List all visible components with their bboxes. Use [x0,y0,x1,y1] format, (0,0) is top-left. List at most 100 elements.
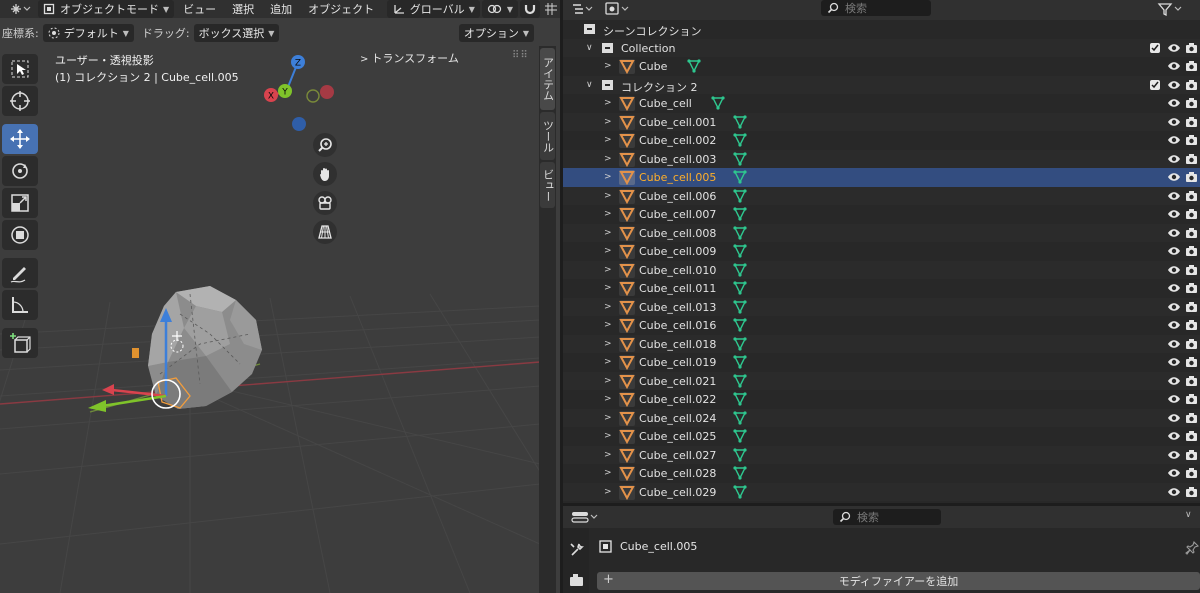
chevron-right-icon[interactable]: > [604,450,612,460]
chevron-down-icon[interactable]: ∨ [586,80,593,90]
eye-icon[interactable] [1167,356,1181,371]
object-row[interactable]: > Cube_cell.011 [563,279,1200,298]
tool-tab[interactable] [569,542,584,560]
add-modifier-button[interactable]: + モディファイアーを追加 [597,572,1200,590]
mesh-data-icon[interactable] [733,262,747,280]
eye-icon[interactable] [1167,412,1181,427]
camera-icon[interactable] [1185,190,1198,205]
outliner[interactable]: 検索 シーンコレクション ∨ Collection > Cube ∨ コレクショ… [563,0,1200,503]
camera-icon[interactable] [1185,467,1198,482]
eye-icon[interactable] [1167,153,1181,168]
transform-panel-header[interactable]: > トランスフォーム [360,50,459,66]
camera-icon[interactable] [1185,42,1198,57]
mesh-data-icon[interactable] [733,151,747,169]
object-row[interactable]: > Cube_cell.022 [563,390,1200,409]
camera-icon[interactable] [1185,208,1198,223]
pin-icon[interactable] [1185,540,1200,558]
mesh-data-icon[interactable] [733,225,747,243]
camera-icon[interactable] [1185,227,1198,242]
camera-icon[interactable] [1185,430,1198,445]
eye-icon[interactable] [1167,171,1181,186]
menu-view[interactable]: ビュー [176,1,223,17]
pan-button[interactable] [313,162,337,186]
eye-icon[interactable] [1167,116,1181,131]
scale-tool[interactable] [2,188,38,218]
eye-icon[interactable] [1167,301,1181,316]
tab-tool[interactable]: ツール [540,112,555,160]
menu-select[interactable]: 選択 [225,1,261,17]
annotate-tool[interactable] [2,258,38,288]
tab-view[interactable]: ビュー [540,162,555,208]
mesh-data-icon[interactable] [733,188,747,206]
gizmo-neg-y-axis[interactable] [306,89,320,103]
chevron-right-icon[interactable]: > [604,246,612,256]
eye-icon[interactable] [1167,393,1181,408]
camera-icon[interactable] [1185,375,1198,390]
camera-icon[interactable] [1185,79,1198,94]
object-row[interactable]: > Cube_cell.002 [563,131,1200,150]
chevron-down-icon[interactable]: ∨ [586,43,593,53]
eye-icon[interactable] [1167,486,1181,501]
exclude-checkbox[interactable] [1150,42,1160,53]
eye-icon[interactable] [1167,449,1181,464]
collection2-row[interactable]: ∨ コレクション 2 [563,75,1200,94]
chevron-right-icon[interactable]: > [604,265,612,275]
mesh-data-icon[interactable] [711,96,725,113]
chevron-right-icon[interactable]: > [604,61,612,71]
mesh-data-icon[interactable] [687,59,701,76]
measure-tool[interactable] [2,290,38,320]
chevron-right-icon[interactable]: > [604,468,612,478]
exclude-checkbox[interactable] [1150,79,1160,90]
chevron-right-icon[interactable]: > [604,376,612,386]
chevron-right-icon[interactable]: > [604,191,612,201]
object-row[interactable]: > Cube_cell.001 [563,112,1200,131]
eye-icon[interactable] [1167,208,1181,223]
mesh-data-icon[interactable] [733,318,747,335]
coord-system-dropdown[interactable]: デフォルト ▼ [42,24,134,42]
chevron-right-icon[interactable]: > [604,413,612,423]
object-row[interactable]: > Cube_cell.016 [563,316,1200,335]
object-row[interactable]: > Cube_cell [563,94,1200,113]
light-object[interactable] [132,348,139,358]
mesh-data-icon[interactable] [733,170,747,187]
eye-icon[interactable] [1167,375,1181,390]
camera-icon[interactable] [1185,171,1198,186]
chevron-right-icon[interactable]: > [604,320,612,330]
mesh-data-icon[interactable] [733,410,747,428]
cursor-tool[interactable] [2,86,38,116]
chevron-right-icon[interactable]: > [604,283,612,293]
mesh-data-icon[interactable] [733,281,747,298]
transform-tool[interactable] [2,220,38,250]
object-row[interactable]: > Cube_cell.024 [563,408,1200,428]
camera-icon[interactable] [1185,356,1198,371]
tab-item[interactable]: アイテム [540,48,555,110]
options-dropdown[interactable]: オプション ▼ [458,24,534,42]
mesh-data-icon[interactable] [733,355,747,372]
eye-icon[interactable] [1167,97,1181,112]
camera-icon[interactable] [1185,449,1198,464]
move-tool[interactable] [2,124,38,154]
mesh-data-icon[interactable] [733,336,747,354]
chevron-right-icon[interactable]: > [604,172,612,182]
camera-icon[interactable] [1185,264,1198,279]
chevron-right-icon[interactable]: > [604,154,612,164]
eye-icon[interactable] [1167,190,1181,205]
camera-icon[interactable] [1185,60,1198,75]
chevron-right-icon[interactable]: > [604,487,612,497]
object-row[interactable]: > Cube_cell.021 [563,371,1200,390]
object-row[interactable]: > Cube_cell.025 [563,427,1200,446]
snap-button[interactable] [520,0,540,18]
eye-icon[interactable] [1167,264,1181,279]
chevron-right-icon[interactable]: > [604,209,612,219]
object-row[interactable]: > Cube_cell.009 [563,242,1200,261]
ortho-toggle-button[interactable] [313,220,337,244]
eye-icon[interactable] [1167,338,1181,353]
object-row[interactable]: > Cube_cell.028 [563,464,1200,483]
chevron-right-icon[interactable]: > [604,431,612,441]
mesh-data-icon[interactable] [733,392,747,409]
select-box-tool[interactable] [2,54,38,84]
camera-icon[interactable] [1185,282,1198,297]
editor-type-button[interactable] [571,510,599,527]
eye-icon[interactable] [1167,227,1181,242]
eye-icon[interactable] [1167,319,1181,334]
